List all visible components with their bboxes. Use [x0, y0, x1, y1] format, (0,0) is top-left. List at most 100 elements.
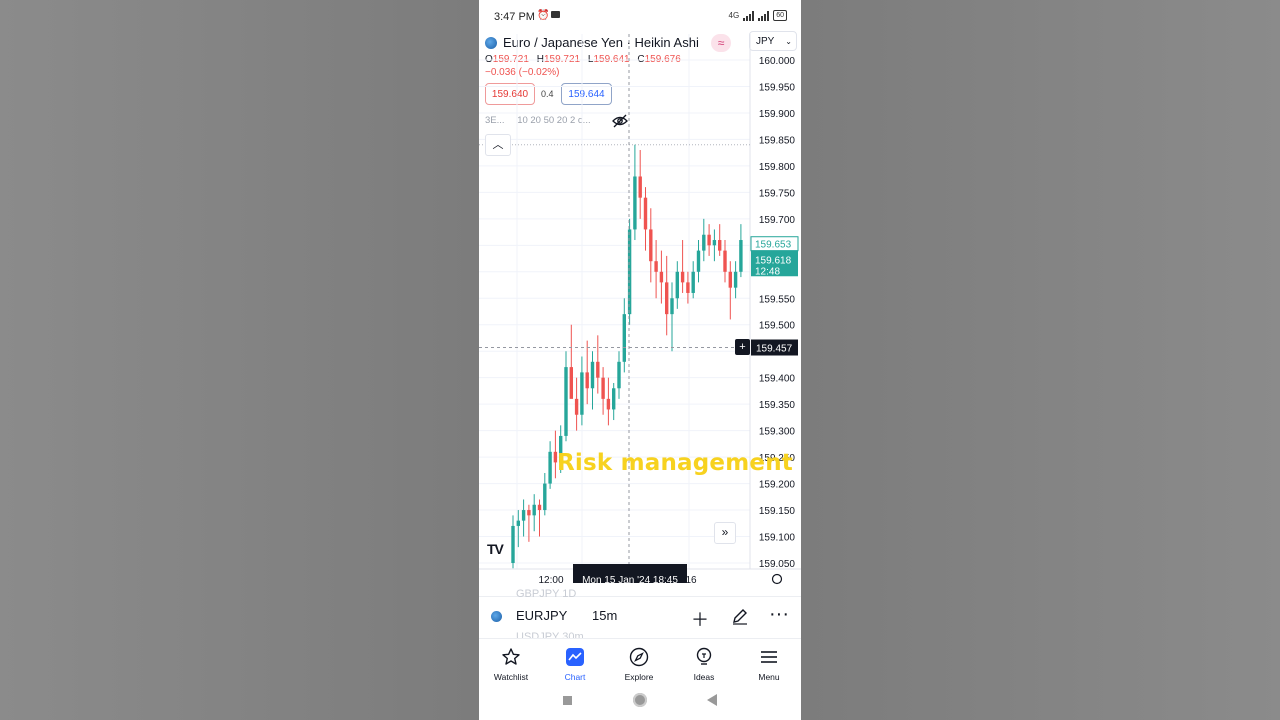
- candle-body: [643, 197, 648, 230]
- eu-flag-icon-small: [491, 611, 502, 622]
- ghost-symbol-above: GBPJPY 1D: [516, 588, 577, 600]
- y-tick-label: 159.200: [759, 480, 796, 491]
- crosshair-time-label: Mon 15 Jan '24 18:45: [582, 575, 678, 586]
- x-tick-label: 16: [685, 575, 697, 586]
- y-tick-label: 159.850: [759, 135, 796, 146]
- y-tick-label: 159.750: [759, 188, 796, 199]
- candle-body: [548, 451, 552, 484]
- bottom-nav: Watchlist Chart Explore Ideas Menu: [479, 638, 801, 685]
- candle-body: [543, 483, 547, 511]
- crosshair-price-label: 159.457: [756, 344, 793, 355]
- candle-body: [590, 361, 595, 389]
- nav-explore[interactable]: Explore: [607, 639, 671, 682]
- y-tick-label: 159.900: [759, 109, 796, 120]
- overlay-caption: Risk management: [557, 450, 793, 476]
- chart-icon: [566, 648, 584, 666]
- candle-body: [633, 176, 637, 230]
- candle-body: [622, 314, 626, 362]
- candle-body: [606, 398, 611, 410]
- nav-menu[interactable]: Menu: [737, 639, 801, 682]
- toolbar-timeframe[interactable]: 15m: [592, 608, 617, 623]
- candle-body: [585, 372, 589, 389]
- candle-body: [680, 271, 685, 283]
- candle-body: [728, 271, 732, 288]
- candle-body: [527, 510, 531, 516]
- candle-body: [564, 367, 568, 436]
- candle-body: [569, 367, 573, 399]
- battery-icon: 60: [773, 10, 787, 21]
- y-tick-label: 160.000: [759, 56, 796, 67]
- crosshair-plus-icon[interactable]: +: [735, 339, 750, 355]
- plus-icon[interactable]: ＋: [691, 606, 709, 632]
- candle-body: [612, 388, 616, 410]
- candle-body: [516, 520, 520, 526]
- y-tick-label: 159.500: [759, 321, 796, 332]
- phone-screen: 3:47 PM ⏰ 4G 60 Euro / Japanese Yen · He…: [479, 0, 801, 720]
- candle-body: [665, 282, 669, 315]
- collapse-legend-button[interactable]: ︿: [485, 134, 511, 156]
- candle-body: [712, 240, 717, 246]
- candle-body: [691, 271, 695, 293]
- candle-body: [649, 229, 653, 262]
- status-time: 3:47 PM: [494, 11, 535, 23]
- nav-label: Chart: [564, 672, 586, 682]
- tradingview-logo: TV: [487, 541, 504, 557]
- symbol-toolbar: GBPJPY 1D EURJPY 15m USDJPY 30m ＋ ···: [479, 588, 801, 643]
- system-nav-bar: [479, 684, 801, 720]
- candle-body: [733, 271, 738, 288]
- candle-body: [638, 176, 642, 198]
- axis-settings-icon[interactable]: [771, 573, 783, 585]
- candle-body: [580, 372, 584, 415]
- candle-body: [702, 234, 706, 251]
- more-icon[interactable]: ···: [769, 603, 789, 626]
- y-tick-label: 159.150: [759, 506, 796, 517]
- status-bar: 3:47 PM ⏰ 4G 60: [479, 0, 801, 34]
- price-label-upper: 159.653: [755, 240, 792, 251]
- candle-body: [739, 240, 743, 272]
- y-tick-label: 159.700: [759, 215, 796, 226]
- y-tick-label: 159.100: [759, 533, 796, 544]
- nav-label: Explore: [624, 672, 654, 682]
- y-tick-label: 159.950: [759, 82, 796, 93]
- x-tick-label: 12:00: [538, 575, 563, 586]
- network-label: 4G: [728, 11, 740, 20]
- candle-body: [521, 510, 526, 521]
- y-tick-label: 159.550: [759, 294, 796, 305]
- candle-body: [532, 504, 536, 516]
- candle-body: [654, 261, 658, 272]
- candle-body: [617, 361, 621, 389]
- candle-body: [718, 240, 722, 251]
- candle-body: [537, 504, 542, 511]
- candle-body: [686, 282, 690, 293]
- nav-watchlist[interactable]: Watchlist: [479, 639, 543, 682]
- candle-body: [696, 250, 701, 272]
- candle-body: [707, 234, 711, 246]
- candle-body: [627, 229, 632, 315]
- star-icon: [502, 648, 520, 665]
- nav-ideas[interactable]: Ideas: [672, 639, 736, 682]
- recent-apps-icon[interactable]: [563, 696, 572, 705]
- y-tick-label: 159.400: [759, 374, 796, 385]
- toolbar-symbol[interactable]: EURJPY: [516, 608, 567, 623]
- home-icon[interactable]: [633, 693, 647, 707]
- candle-body: [596, 361, 600, 378]
- candle-body: [511, 525, 515, 563]
- nav-label: Menu: [758, 672, 780, 682]
- candle-body: [659, 271, 664, 283]
- candle-body: [574, 398, 579, 415]
- candle-body: [675, 271, 679, 299]
- y-tick-label: 159.350: [759, 400, 796, 411]
- scroll-to-realtime-button[interactable]: »: [714, 522, 736, 544]
- back-icon[interactable]: [707, 694, 717, 706]
- price-chart[interactable]: 160.000 159.950 159.900 159.850 159.800 159.7…: [479, 34, 801, 590]
- nav-label: Ideas: [693, 672, 715, 682]
- nav-label: Watchlist: [493, 672, 529, 682]
- nav-chart[interactable]: Chart: [543, 639, 607, 682]
- pencil-icon[interactable]: [731, 607, 749, 625]
- video-icon: [551, 11, 560, 18]
- lightbulb-icon: [696, 647, 712, 665]
- last-price-label: 159.618: [755, 255, 792, 266]
- candle-body: [601, 377, 605, 399]
- candle-body: [723, 250, 727, 272]
- signal-icon-2: [758, 10, 770, 21]
